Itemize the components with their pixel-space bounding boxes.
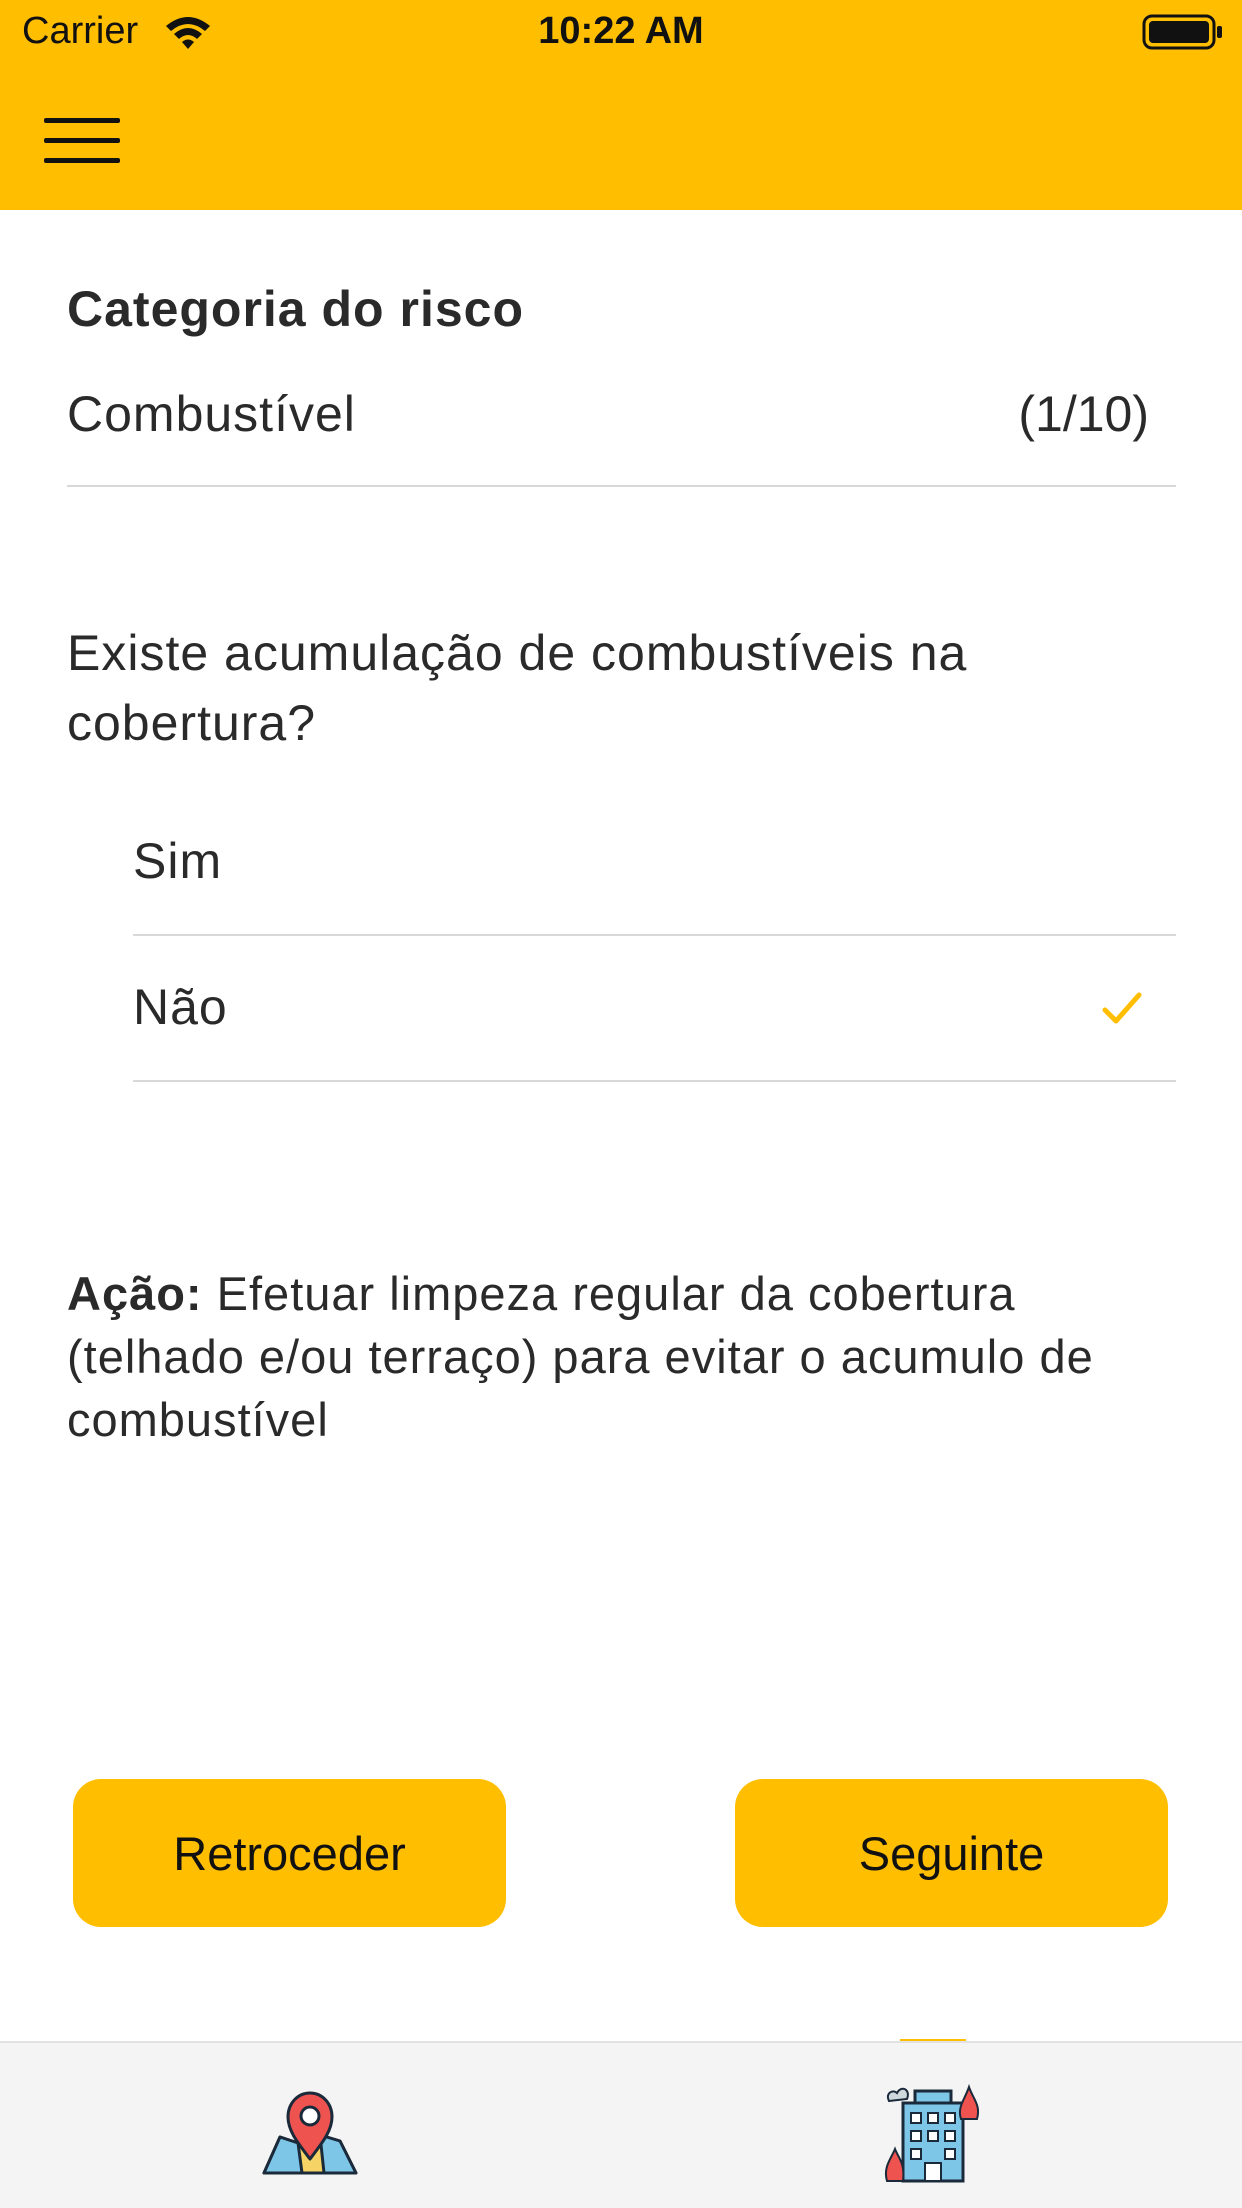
category-title: Categoria do risco xyxy=(67,281,524,337)
tab-map[interactable] xyxy=(0,2043,621,2208)
tab-bar xyxy=(0,2041,1242,2208)
status-bar: Carrier 10:22 AM xyxy=(0,0,1242,66)
option-label: Não xyxy=(133,979,228,1035)
clock: 10:22 AM xyxy=(538,10,704,52)
action-description: Efetuar limpeza regular da cobertura (te… xyxy=(67,1267,1094,1446)
question-text: Existe acumulação de combustíveis na cob… xyxy=(67,625,968,751)
option-nao[interactable]: Não xyxy=(133,936,1176,1082)
hamburger-icon[interactable] xyxy=(40,110,124,170)
option-sim[interactable]: Sim xyxy=(133,790,1176,936)
tab-building[interactable] xyxy=(621,2043,1242,2208)
next-button[interactable]: Seguinte xyxy=(735,1779,1168,1927)
action-label: Ação: xyxy=(67,1267,203,1320)
divider xyxy=(133,1080,1176,1082)
checkmark-icon xyxy=(1102,992,1142,1024)
question-progress: (1/10) xyxy=(1018,386,1149,442)
battery-icon xyxy=(1142,14,1222,50)
app-header: Carrier 10:22 AM xyxy=(0,0,1242,210)
divider xyxy=(67,485,1176,487)
action-text: Ação: Efetuar limpeza regular da cobertu… xyxy=(67,1262,1177,1451)
option-label: Sim xyxy=(133,833,223,889)
back-button[interactable]: Retroceder xyxy=(73,1779,506,1927)
burning-building-icon xyxy=(885,2083,979,2183)
category-value: Combustível xyxy=(67,386,356,442)
map-pin-icon xyxy=(262,2091,358,2175)
